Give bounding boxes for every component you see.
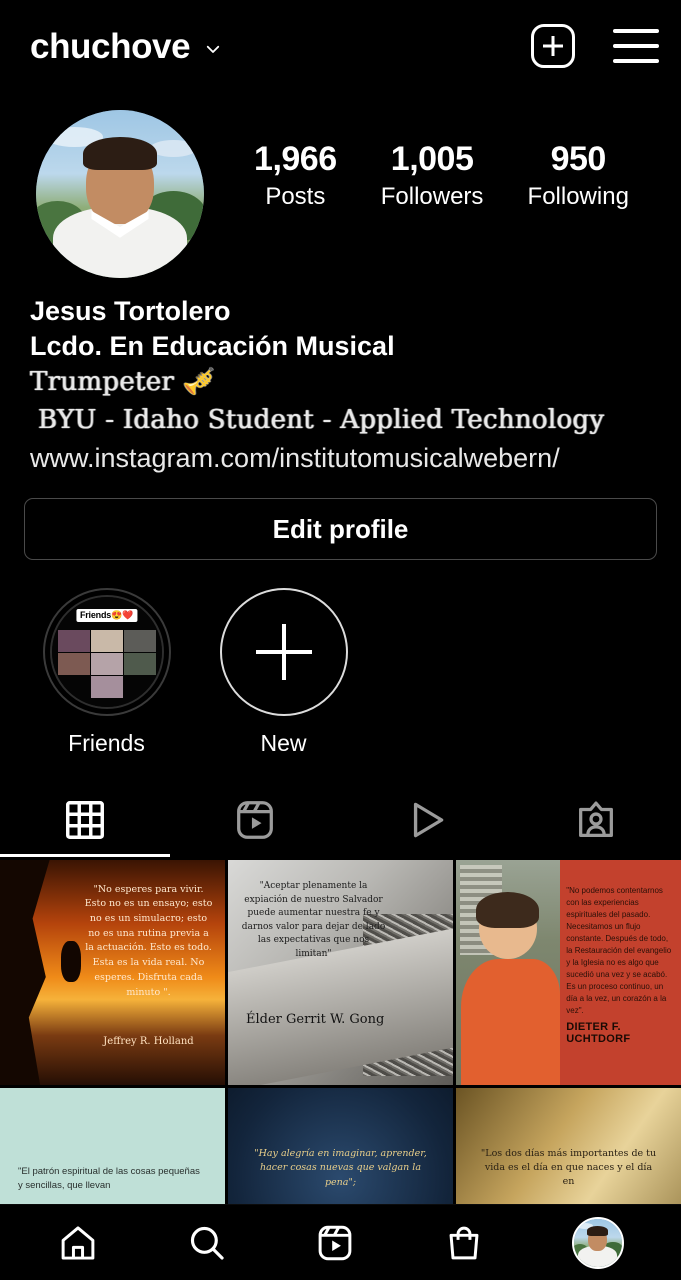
burger-line [613, 29, 659, 33]
bio-line-2: BYU - Idaho Student - Applied Technology [38, 404, 605, 435]
top-bar: chuchove [0, 0, 681, 92]
collage-tile [91, 630, 123, 652]
post-quote: "No esperes para vivir. Esto no es un en… [84, 883, 213, 998]
highlight-new[interactable]: New [211, 588, 356, 757]
shopping-bag-icon [449, 1226, 479, 1259]
bio-link[interactable]: www.instagram.com/institutomusicalwebern… [30, 440, 653, 476]
avatar-hair [83, 136, 157, 171]
account-username: chuchove [30, 26, 191, 66]
stat-value: 1,005 [390, 140, 474, 178]
collage-tile [91, 653, 123, 676]
grid-icon [66, 801, 105, 839]
highlight-thumbnail: Friends😍❤️ [49, 595, 164, 709]
tagged-tab[interactable] [511, 783, 681, 857]
collage-tile [124, 630, 156, 652]
bio-line-1: Trumpeter 🎺 [30, 367, 216, 398]
stat-followers[interactable]: 1,005 Followers [381, 140, 484, 215]
stat-value: 950 [550, 140, 607, 178]
stat-value: 1,966 [254, 140, 337, 178]
profile-nav[interactable] [571, 1216, 624, 1269]
post-quote: "Hay alegría en imaginar, aprender, hace… [254, 1147, 427, 1188]
post-thumbnail[interactable]: "No podemos contentarnos con las experie… [456, 860, 681, 1085]
edit-profile-button[interactable]: Edit profile [24, 498, 657, 560]
reels-icon [237, 801, 274, 839]
search-icon [190, 1226, 224, 1260]
shop-nav[interactable] [443, 1222, 485, 1264]
stat-label: Following [527, 183, 629, 211]
video-call-collage: Friends😍❤️ [51, 597, 162, 707]
post-2: "Aceptar plenamente la expiación de nues… [228, 860, 453, 1085]
play-icon [413, 802, 443, 838]
grid-tab[interactable] [0, 783, 170, 857]
reels-nav[interactable] [314, 1222, 356, 1264]
highlight-label: Friends [68, 730, 145, 756]
bio-headline: Lcdo. En Educación Musical [30, 331, 395, 362]
username-dropdown[interactable]: chuchove [30, 29, 222, 64]
post-3: "No podemos contentarnos con las experie… [456, 860, 681, 1085]
post-author: DIETER F. UCHTDORF [566, 1020, 631, 1045]
search-nav[interactable] [186, 1222, 228, 1264]
highlight-label: New [260, 730, 307, 756]
avatar[interactable] [571, 1216, 624, 1269]
avatar[interactable] [36, 110, 204, 278]
highlight-ring: Friends😍❤️ [42, 588, 171, 716]
video-tab[interactable] [341, 783, 511, 857]
highlight-sticker: Friends😍❤️ [75, 609, 138, 622]
post-thumbnail[interactable]: "No esperes para vivir. Esto no es un en… [0, 860, 225, 1085]
collage-tile [58, 630, 90, 652]
post-quote: "Los dos días más importantes de tu vida… [480, 1147, 657, 1188]
reels-tab[interactable] [170, 783, 340, 857]
highlight-friends[interactable]: Friends😍❤️ Friends [34, 588, 179, 757]
avatar-cloud [150, 140, 198, 158]
home-icon [61, 1225, 95, 1260]
post-author: Jeffrey R. Holland [103, 1035, 194, 1047]
active-tab-underline [0, 854, 170, 857]
burger-line [613, 44, 659, 48]
new-highlight-circle[interactable] [219, 588, 348, 716]
collage-tile [124, 653, 156, 676]
profile-bio: Jesus Tortolero Lcdo. En Educación Music… [0, 278, 681, 476]
plus-icon [222, 590, 346, 714]
hamburger-menu-icon[interactable] [613, 29, 659, 63]
plus-square-icon[interactable] [531, 24, 575, 68]
home-nav[interactable] [57, 1222, 99, 1264]
post-1: "No esperes para vivir. Esto no es un en… [0, 860, 225, 1085]
child-hair [476, 891, 540, 928]
stat-label: Posts [265, 183, 326, 211]
profile-tabs [0, 783, 681, 857]
climber-silhouette [60, 941, 81, 982]
avatar-photo [36, 110, 204, 278]
story-highlights: Friends😍❤️ Friends New [0, 560, 681, 757]
post-thumbnail[interactable]: "Aceptar plenamente la expiación de nues… [228, 860, 453, 1085]
post-author: Élder Gerrit W. Gong [246, 1011, 385, 1027]
post-quote: "No podemos contentarnos con las experie… [566, 885, 672, 1015]
avatar-photo [573, 1218, 622, 1267]
bottom-navigation [0, 1204, 681, 1280]
display-name: Jesus Tortolero [30, 296, 231, 326]
profile-stats: 1,966 Posts 1,005 Followers 950 Followin… [204, 110, 651, 215]
post-quote: "El patrón espiritual de las cosas peque… [18, 1165, 200, 1191]
collage-tile [58, 653, 90, 676]
profile-summary: 1,966 Posts 1,005 Followers 950 Followin… [0, 92, 681, 278]
avatar-hair [587, 1226, 609, 1236]
instagram-profile-screen: chuchove 1,966 Posts 1,005 Followers 950… [0, 0, 681, 1280]
post-quote: "Aceptar plenamente la expiación de nues… [241, 881, 386, 959]
top-actions [531, 24, 659, 68]
chevron-down-icon[interactable] [204, 40, 222, 58]
stat-label: Followers [380, 183, 484, 211]
burger-line [613, 59, 659, 63]
stat-following[interactable]: 950 Following [528, 140, 629, 215]
child-shirt [460, 959, 560, 1085]
reels-icon [319, 1225, 352, 1260]
stat-posts[interactable]: 1,966 Posts [254, 140, 337, 215]
tagged-person-icon [578, 801, 613, 837]
collage-tile [91, 676, 123, 699]
